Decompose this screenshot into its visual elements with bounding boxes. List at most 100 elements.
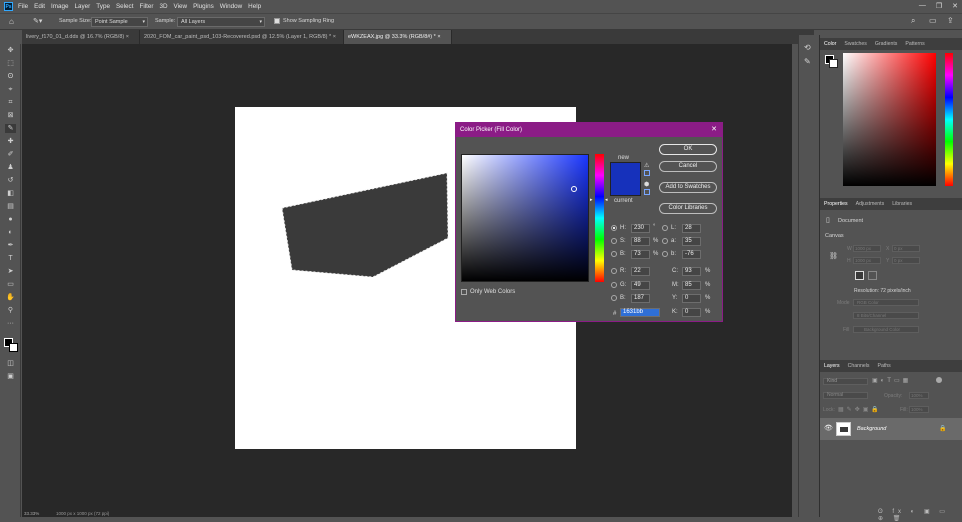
current-color-swatch[interactable] bbox=[610, 179, 641, 196]
hand-tool-icon[interactable]: ✋ bbox=[5, 293, 16, 302]
quick-select-icon[interactable]: ⌖ bbox=[5, 85, 16, 94]
menu-view[interactable]: View bbox=[174, 3, 188, 10]
tab-layers[interactable]: Layers bbox=[820, 363, 844, 369]
web-safe-swatch-icon[interactable] bbox=[644, 189, 650, 195]
menu-help[interactable]: Help bbox=[248, 3, 261, 10]
s-input[interactable]: 88 bbox=[631, 237, 650, 246]
a-input[interactable]: 35 bbox=[682, 237, 701, 246]
tab-libraries[interactable]: Libraries bbox=[888, 201, 916, 207]
menu-select[interactable]: Select bbox=[116, 3, 134, 10]
history-brush-icon[interactable]: ↺ bbox=[5, 176, 16, 185]
add-to-swatches-button[interactable]: Add to Swatches bbox=[659, 182, 717, 193]
fill-select[interactable]: Background Color bbox=[853, 326, 919, 333]
g-radio[interactable] bbox=[611, 282, 617, 288]
close-icon[interactable]: ✕ bbox=[711, 123, 717, 137]
sample-size-select[interactable]: Point Sample ▾ bbox=[91, 17, 148, 27]
r-input[interactable]: 22 bbox=[631, 267, 650, 276]
menu-edit[interactable]: Edit bbox=[34, 3, 45, 10]
opacity-input[interactable]: 100% bbox=[909, 392, 929, 399]
rgb-b-radio[interactable] bbox=[611, 295, 617, 301]
background-color-swatch[interactable] bbox=[9, 343, 18, 352]
gradient-tool-icon[interactable]: ▤ bbox=[5, 202, 16, 211]
portrait-orientation-icon[interactable] bbox=[855, 271, 864, 280]
web-safe-warning-icon[interactable]: ⬢ bbox=[644, 181, 649, 188]
hue-slider-left-arrow-icon[interactable]: ▸ bbox=[590, 197, 593, 203]
crop-tool-icon[interactable]: ⌗ bbox=[5, 98, 16, 107]
y-input[interactable]: 0 bbox=[682, 294, 701, 303]
history-panel-icon[interactable]: ⟲ bbox=[804, 43, 811, 52]
menu-window[interactable]: Window bbox=[220, 3, 242, 10]
home-icon[interactable]: ⌂ bbox=[9, 17, 14, 26]
bit-depth-select[interactable]: 8 Bits/Channel bbox=[853, 312, 919, 319]
b-input[interactable]: 73 bbox=[631, 250, 650, 259]
visibility-eye-icon[interactable]: 👁 bbox=[824, 424, 833, 432]
menu-filter[interactable]: Filter bbox=[139, 3, 153, 10]
c-input[interactable]: 93 bbox=[682, 267, 701, 276]
web-colors-checkbox[interactable] bbox=[461, 289, 467, 295]
h-radio[interactable] bbox=[611, 225, 617, 231]
hue-slider[interactable] bbox=[595, 154, 604, 282]
close-icon[interactable]: × bbox=[437, 34, 440, 40]
menu-type[interactable]: Type bbox=[96, 3, 110, 10]
hex-input[interactable]: 1631bb bbox=[620, 308, 660, 317]
tab-patterns[interactable]: Patterns bbox=[901, 41, 928, 47]
layer-name[interactable]: Background bbox=[857, 426, 886, 432]
fill-opacity-input[interactable]: 100% bbox=[909, 406, 929, 413]
marquee-tool-icon[interactable]: ⬚ bbox=[5, 59, 16, 68]
a-radio[interactable] bbox=[662, 238, 668, 244]
more-tools-icon[interactable]: ··· bbox=[5, 319, 16, 328]
brush-settings-icon[interactable]: ✎ bbox=[804, 57, 811, 66]
layer-row-background[interactable]: 👁 Background 🔒 bbox=[820, 418, 962, 440]
color-panel-field[interactable] bbox=[843, 53, 936, 186]
rectangle-tool-icon[interactable]: ▭ bbox=[5, 280, 16, 289]
gamut-warning-icon[interactable]: ⚠ bbox=[644, 162, 649, 169]
color-field-cursor[interactable] bbox=[571, 186, 577, 192]
dodge-tool-icon[interactable]: ◐ bbox=[5, 228, 16, 237]
lab-b-radio[interactable] bbox=[662, 251, 668, 257]
path-select-icon[interactable]: ➤ bbox=[5, 267, 16, 276]
blend-mode-select[interactable]: Normal bbox=[823, 392, 868, 399]
mode-select[interactable]: RGB Color bbox=[853, 299, 919, 306]
minimize-button[interactable]: — bbox=[919, 2, 926, 10]
rgb-b-input[interactable]: 187 bbox=[631, 294, 650, 303]
tab-swatches[interactable]: Swatches bbox=[840, 41, 871, 47]
ok-button[interactable]: OK bbox=[659, 144, 717, 155]
workspace-icon[interactable]: ▭ bbox=[929, 16, 937, 25]
move-tool-icon[interactable]: ✥ bbox=[5, 46, 16, 55]
share-icon[interactable]: ⇪ bbox=[947, 16, 954, 25]
quick-mask-icon[interactable]: ◫ bbox=[5, 359, 16, 368]
m-input[interactable]: 85 bbox=[682, 281, 701, 290]
frame-tool-icon[interactable]: ⊠ bbox=[5, 111, 16, 120]
menu-file[interactable]: File bbox=[18, 3, 28, 10]
show-ring-checkbox[interactable] bbox=[274, 18, 280, 24]
x-input[interactable]: 0 px bbox=[892, 245, 920, 252]
eyedropper-tool-icon[interactable]: ✎ bbox=[5, 124, 16, 133]
clone-stamp-icon[interactable]: ♟ bbox=[5, 163, 16, 172]
eraser-tool-icon[interactable]: ◧ bbox=[5, 189, 16, 198]
l-input[interactable]: 28 bbox=[682, 224, 701, 233]
link-icon[interactable]: ⛓ bbox=[829, 252, 838, 260]
tab-gradients[interactable]: Gradients bbox=[871, 41, 902, 47]
cancel-button[interactable]: Cancel bbox=[659, 161, 717, 172]
lab-b-input[interactable]: -76 bbox=[682, 250, 701, 259]
w-input[interactable]: 1000 px bbox=[853, 245, 881, 252]
eyedropper-preset-icon[interactable]: ✎▾ bbox=[33, 17, 42, 25]
color-panel-hue-slider[interactable] bbox=[945, 53, 953, 186]
h-input[interactable]: 230 bbox=[631, 224, 650, 233]
blur-tool-icon[interactable]: ● bbox=[5, 215, 16, 224]
layer-filter-icons[interactable]: ▣◐T▭▦ bbox=[872, 377, 911, 384]
zoom-tool-icon[interactable]: ⚲ bbox=[5, 306, 16, 315]
g-input[interactable]: 49 bbox=[631, 281, 650, 290]
doc-tab-ewkzeax[interactable]: eWKZEAX.jpg @ 33.3% (RGB/8#) * × bbox=[344, 30, 452, 44]
close-icon[interactable]: × bbox=[333, 34, 336, 40]
r-radio[interactable] bbox=[611, 268, 617, 274]
search-icon[interactable]: ⌕ bbox=[911, 16, 915, 26]
lasso-tool-icon[interactable]: ʘ bbox=[5, 72, 16, 81]
y-input[interactable]: 0 px bbox=[892, 257, 920, 264]
doc-tab-livery[interactable]: livery_f170_01_d.dds @ 16.7% (RGB/8) × bbox=[22, 30, 140, 44]
layer-footer-icons[interactable]: ʘ fx ◐ ▣ ▭ ⊕ 🗑 bbox=[878, 508, 962, 522]
menu-layer[interactable]: Layer bbox=[75, 3, 91, 10]
color-panel-background[interactable] bbox=[829, 59, 838, 68]
sample-select[interactable]: All Layers ▾ bbox=[177, 17, 265, 27]
zoom-status[interactable]: 33.33% bbox=[24, 511, 39, 516]
